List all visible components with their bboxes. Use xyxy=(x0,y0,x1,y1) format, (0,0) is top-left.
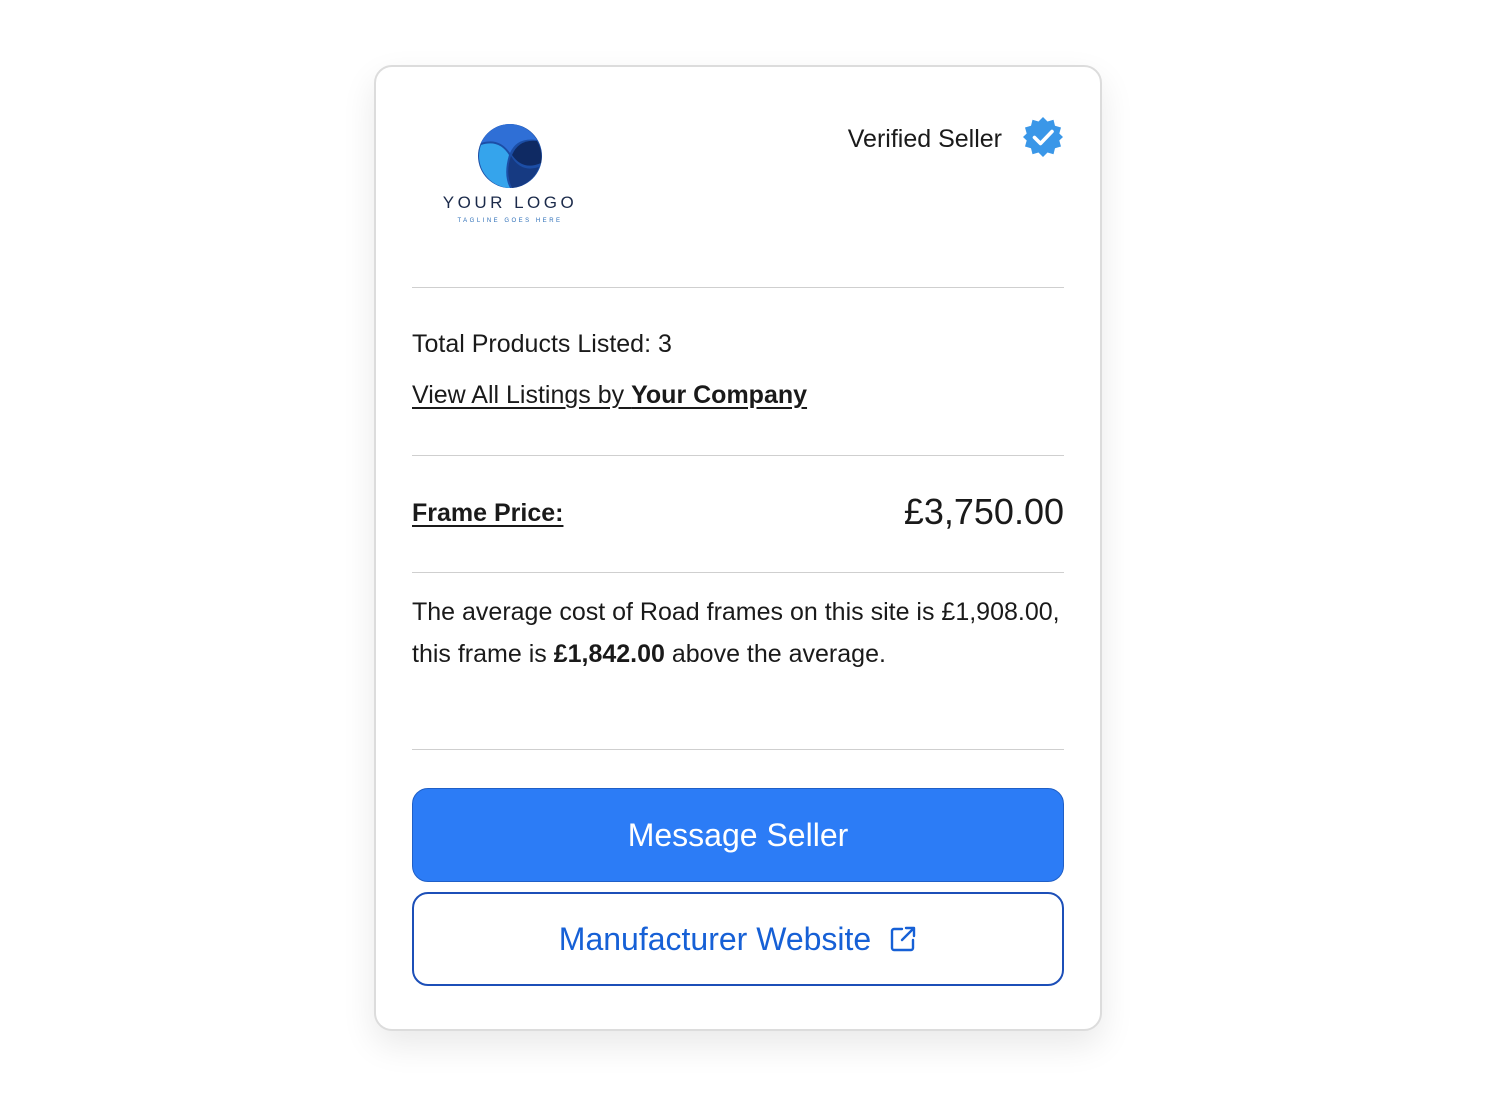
frame-price-value: £3,750.00 xyxy=(903,491,1064,532)
divider xyxy=(412,287,1064,288)
view-all-listings-prefix: View All Listings by xyxy=(412,381,632,409)
divider xyxy=(412,572,1064,573)
price-difference: £1,842.00 xyxy=(553,640,665,668)
verified-check-icon xyxy=(1022,116,1064,163)
divider xyxy=(412,749,1064,750)
message-seller-label: Message Seller xyxy=(627,816,849,853)
manufacturer-website-label: Manufacturer Website xyxy=(558,920,872,957)
seller-card-content: YOUR LOGO TAGLINE GOES HERE Verified Sel… xyxy=(412,67,1064,1029)
logo-mark-icon xyxy=(478,124,542,188)
message-seller-button[interactable]: Message Seller xyxy=(412,788,1064,882)
frame-price-label: Frame Price: xyxy=(412,499,564,527)
view-all-listings-link[interactable]: View All Listings by Your Company xyxy=(412,381,807,410)
logo-tagline: TAGLINE GOES HERE xyxy=(457,218,563,224)
company-name: Your Company xyxy=(631,381,808,409)
verified-seller-label: Verified Seller xyxy=(847,124,1002,153)
manufacturer-website-button[interactable]: Manufacturer Website xyxy=(412,892,1064,986)
seller-card: YOUR LOGO TAGLINE GOES HERE Verified Sel… xyxy=(374,65,1102,1031)
company-logo: YOUR LOGO TAGLINE GOES HERE xyxy=(442,123,578,233)
divider xyxy=(412,455,1064,456)
external-link-icon xyxy=(889,925,917,953)
average-cost-text: The average cost of Road frames on this … xyxy=(412,591,1064,675)
verified-seller: Verified Seller xyxy=(847,116,1064,163)
total-products-listed: Total Products Listed: 3 xyxy=(412,330,672,358)
average-cost-suffix: above the average. xyxy=(664,640,886,668)
logo-name: YOUR LOGO xyxy=(442,193,578,212)
